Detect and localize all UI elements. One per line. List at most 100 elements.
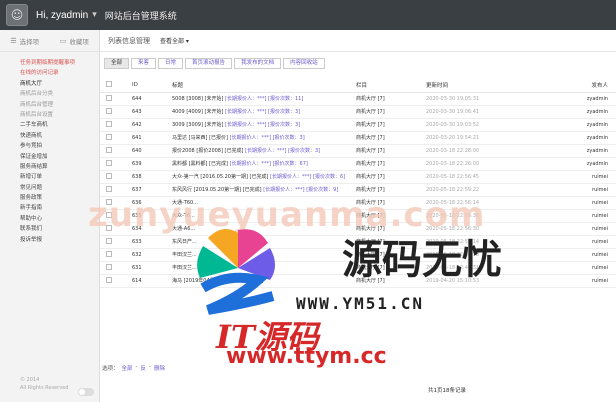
sidebar-item[interactable]: 商机后台分类 xyxy=(0,89,99,99)
filter-button[interactable]: 日常 xyxy=(158,58,184,69)
table-row[interactable]: 640 报价2008 [报价2008] [已完成] [长期报价人：***] [报价… xyxy=(100,144,616,158)
sidebar-item[interactable]: 新手指南 xyxy=(0,203,99,213)
checkbox[interactable] xyxy=(106,133,112,140)
row-title[interactable]: 报价2008 [报价2008] [已完成] [长期报价人：***] [报价次数：… xyxy=(172,144,356,158)
row-title[interactable]: 大通-T60... xyxy=(172,196,356,210)
row-title-text[interactable]: 5008 [3008] [未开始] xyxy=(172,96,225,102)
table-row[interactable]: 632 丰田汉兰... 商机大厅 [7] 2020-05-18 22:55:18 rui… xyxy=(100,248,616,262)
table-row[interactable]: 637 东风风行 [2019.05.20第一期] [已完成] [长期报价人：***… xyxy=(100,183,616,197)
checkbox[interactable] xyxy=(106,276,112,283)
table-row[interactable]: 639 黑料都 [黑料都] [已完成] [长期报价人：***] [报价次数：67]… xyxy=(100,157,616,171)
row-title-text[interactable]: 丰田汉兰... xyxy=(172,252,197,258)
row-title[interactable]: 马里达 [马来西] [已报价] [长期报价人：***] [报价次数：3] xyxy=(172,131,356,145)
row-title[interactable]: 4009 [4009] [未开始] [长期报价人：***] [报价次数：3] xyxy=(172,105,356,119)
sidebar-item[interactable]: 常见问题 xyxy=(0,183,99,193)
row-select[interactable] xyxy=(100,118,132,132)
checkbox[interactable] xyxy=(106,185,112,192)
sidebar-item[interactable]: 参与竞拍 xyxy=(0,141,99,151)
row-title[interactable]: 东风风行 [2019.05.20第一期] [已完成] [长期报价人：***] [… xyxy=(172,183,356,197)
row-select[interactable] xyxy=(100,183,132,197)
row-title-text[interactable]: 大通-T60... xyxy=(172,200,198,206)
row-select[interactable] xyxy=(100,274,132,288)
table-row[interactable]: 643 4009 [4009] [未开始] [长期报价人：***] [报价次数：3… xyxy=(100,105,616,119)
row-title[interactable]: 黑料都 [黑料都] [已完成] [长期报价人：***] [报价次数：67] xyxy=(172,157,356,171)
user-greeting[interactable]: Hi, zyadmin xyxy=(36,10,88,21)
table-row[interactable]: 634 大通-A6... 商机大厅 [7] 2020-05-18 22:56:30 ru… xyxy=(100,222,616,236)
row-title[interactable]: 大众-第一汽 [2016.05.20第一期] [已完成] [长期报价人：***]… xyxy=(172,170,356,184)
row-title-text[interactable]: 大通-A6... xyxy=(172,226,195,232)
sidebar-tab-favorites[interactable]: ▭ 收藏项 xyxy=(50,30,100,51)
checkbox[interactable] xyxy=(106,120,112,127)
sidebar-item[interactable]: 帮助中心 xyxy=(0,214,99,224)
view-all-dropdown[interactable]: 查看全部 ▾ xyxy=(160,36,189,45)
chevron-down-icon[interactable]: ▾ xyxy=(92,10,97,20)
row-title[interactable]: 3009 [3009] [未开始] [长期报价人：***] [报价次数：3] xyxy=(172,118,356,132)
table-row[interactable]: 635 大众-T6... 商机大厅 [7] 2020-05-18 22:56:36 ru… xyxy=(100,209,616,223)
table-row[interactable]: 631 丰田汉兰... 商机大厅 [7] 2020-05-18 22:46:31 rui… xyxy=(100,261,616,275)
row-select[interactable] xyxy=(100,170,132,184)
table-row[interactable]: 633 东风日产... 商机大厅 [7] 2020-05-18 22:55:14 rui… xyxy=(100,235,616,249)
row-title-text[interactable]: 3009 [3009] [未开始] xyxy=(172,122,225,128)
reverse-select-link[interactable]: 反 xyxy=(141,364,147,372)
filter-button[interactable]: 内容回收站 xyxy=(283,58,325,69)
select-all-link[interactable]: 全部 xyxy=(122,364,133,372)
row-title[interactable]: 丰田汉兰... xyxy=(172,248,356,262)
sidebar-item[interactable]: 商机后台设置 xyxy=(0,110,99,120)
row-title-text[interactable]: 黑料都 [黑料都] [已完成] xyxy=(172,161,230,167)
row-title-text[interactable]: 海马 [2019年04月20日第一期] [已完成] xyxy=(172,278,263,284)
sidebar-item[interactable]: 在线的访问记录 xyxy=(0,68,99,78)
delete-link[interactable]: 删除 xyxy=(154,364,165,372)
checkbox[interactable] xyxy=(106,198,112,205)
table-row[interactable]: 636 大通-T60... 商机大厅 [7] 2020-05-18 22:56:14 r… xyxy=(100,196,616,210)
row-title-text[interactable]: 马里达 [马来西] [已报价] xyxy=(172,135,230,141)
row-title[interactable]: 海马 [2019年04月20日第一期] [已完成] xyxy=(172,274,356,288)
sidebar-item[interactable]: 服务政策 xyxy=(0,193,99,203)
checkbox[interactable] xyxy=(106,237,112,244)
table-row[interactable]: 644 5008 [3008] [未开始] [长期报价人：***] [报价次数：1… xyxy=(100,92,616,106)
checkbox[interactable] xyxy=(106,250,112,257)
sidebar-item[interactable]: 快递商机 xyxy=(0,131,99,141)
filter-button[interactable]: 我发布的文档 xyxy=(234,58,282,69)
sidebar-item[interactable]: 商机后台管理 xyxy=(0,100,99,110)
sidebar-toggle[interactable] xyxy=(78,388,94,396)
row-select[interactable] xyxy=(100,157,132,171)
row-title-text[interactable]: 大众-T6... xyxy=(172,213,195,219)
row-title[interactable]: 东风日产... xyxy=(172,235,356,249)
sidebar-item[interactable]: 联系我们 xyxy=(0,224,99,234)
tab-list-management[interactable]: 列表信息管理 xyxy=(104,36,154,46)
table-row[interactable]: 642 3009 [3009] [未开始] [长期报价人：***] [报价次数：3… xyxy=(100,118,616,132)
row-title[interactable]: 大通-A6... xyxy=(172,222,356,236)
row-select[interactable] xyxy=(100,248,132,262)
checkbox[interactable] xyxy=(106,211,112,218)
sidebar-item[interactable]: 新增订单 xyxy=(0,172,99,182)
sidebar-item[interactable]: 投诉举报 xyxy=(0,235,99,245)
checkbox[interactable] xyxy=(106,172,112,179)
row-select[interactable] xyxy=(100,131,132,145)
row-select[interactable] xyxy=(100,209,132,223)
select-all-header[interactable] xyxy=(100,78,132,93)
row-title-text[interactable]: 大众-第一汽 [2016.05.20第一期] [已完成] xyxy=(172,174,270,180)
sidebar-item[interactable]: 商机大厅 xyxy=(0,79,99,89)
filter-button[interactable]: 全部 xyxy=(104,58,130,69)
table-row[interactable]: 638 大众-第一汽 [2016.05.20第一期] [已完成] [长期报价人：*… xyxy=(100,170,616,184)
row-title-text[interactable]: 东风日产... xyxy=(172,239,197,245)
checkbox[interactable] xyxy=(106,107,112,114)
filter-button[interactable]: 首页滚动报告 xyxy=(185,58,233,69)
row-select[interactable] xyxy=(100,105,132,119)
row-title[interactable]: 丰田汉兰... xyxy=(172,261,356,275)
checkbox[interactable] xyxy=(106,94,112,101)
row-select[interactable] xyxy=(100,261,132,275)
checkbox[interactable] xyxy=(106,263,112,270)
row-select[interactable] xyxy=(100,196,132,210)
row-title[interactable]: 大众-T6... xyxy=(172,209,356,223)
checkbox[interactable] xyxy=(106,224,112,231)
row-title-text[interactable]: 丰田汉兰... xyxy=(172,265,197,271)
row-select[interactable] xyxy=(100,92,132,106)
sidebar-item[interactable]: 二手车商机 xyxy=(0,120,99,130)
row-title-text[interactable]: 东风风行 [2019.05.20第一期] [已完成] xyxy=(172,187,263,193)
sidebar-item[interactable]: 任务到期临期提醒事项 xyxy=(0,58,99,68)
avatar[interactable]: ☺ xyxy=(6,4,28,26)
table-row[interactable]: 641 马里达 [马来西] [已报价] [长期报价人：***] [报价次数：3] 商… xyxy=(100,131,616,145)
sidebar-item[interactable]: 服务商结算 xyxy=(0,162,99,172)
row-select[interactable] xyxy=(100,144,132,158)
